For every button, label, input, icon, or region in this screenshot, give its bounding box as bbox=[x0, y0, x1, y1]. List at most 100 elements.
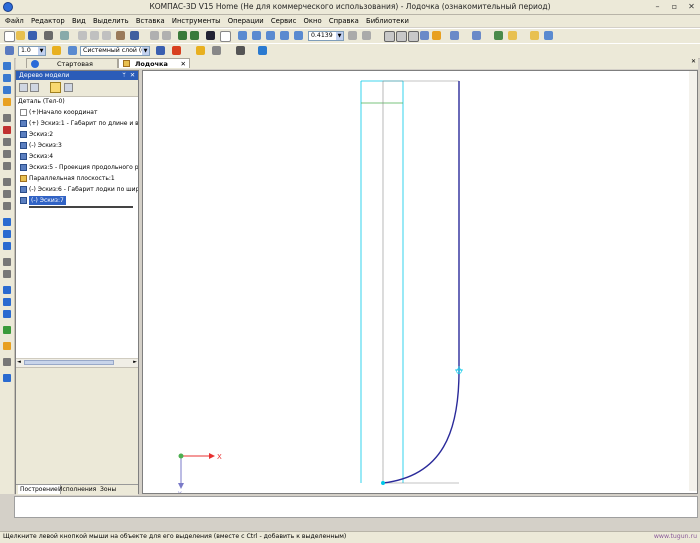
menu-service[interactable]: Сервис bbox=[271, 15, 296, 27]
arc-tool-icon[interactable] bbox=[3, 150, 11, 158]
measure-tool-icon[interactable] bbox=[3, 342, 11, 350]
line-tool-icon[interactable] bbox=[3, 126, 11, 134]
menu-libraries[interactable]: Библиотеки bbox=[366, 15, 409, 27]
extrusion-tool-icon[interactable] bbox=[3, 74, 11, 82]
view-manager-icon[interactable] bbox=[544, 31, 553, 40]
dimension-tool-icon[interactable] bbox=[3, 98, 11, 106]
tree-dropdown-icon[interactable] bbox=[30, 83, 39, 92]
tree-item[interactable]: Эскиз:4 bbox=[16, 152, 138, 161]
nurbs-tool-icon[interactable] bbox=[3, 242, 11, 250]
zoom-in-icon[interactable] bbox=[252, 31, 261, 40]
scroll-thumb[interactable] bbox=[24, 360, 114, 365]
tree-filter-icon[interactable] bbox=[64, 83, 73, 92]
copy-tool-icon[interactable] bbox=[3, 310, 11, 318]
spec-tool-icon[interactable] bbox=[3, 358, 11, 366]
hidden-lines-icon[interactable] bbox=[396, 31, 407, 42]
pan-icon[interactable] bbox=[348, 31, 357, 40]
tree-item[interactable]: Деталь (Тел-0) bbox=[16, 97, 138, 106]
shaded-edges-icon[interactable] bbox=[432, 31, 441, 40]
drawing-canvas[interactable]: X Y bbox=[142, 70, 698, 498]
pin-icon[interactable]: ᛘ bbox=[122, 71, 126, 80]
thin-lines-icon[interactable] bbox=[408, 31, 419, 42]
sketch-arc-curve[interactable] bbox=[382, 370, 460, 484]
tab-start-page[interactable]: Стартовая страница bbox=[26, 58, 118, 78]
menu-operations[interactable]: Операции bbox=[228, 15, 264, 27]
layer-select[interactable]: Системный слой (0) ▼ bbox=[80, 46, 150, 56]
tab-lodochka[interactable]: Лодочка ✕ bbox=[118, 58, 190, 68]
snap-icon[interactable] bbox=[5, 46, 14, 55]
folder-icon[interactable] bbox=[508, 31, 517, 40]
new-file-icon[interactable] bbox=[4, 31, 15, 42]
library-icon[interactable] bbox=[220, 31, 231, 42]
report-tool-icon[interactable] bbox=[3, 374, 11, 382]
zoom-all-icon[interactable] bbox=[280, 31, 289, 40]
panel-close-icon[interactable]: ✕ bbox=[130, 71, 135, 80]
shaded-icon[interactable] bbox=[420, 31, 429, 40]
cut-icon[interactable] bbox=[78, 31, 87, 40]
scroll-left-icon[interactable]: ◄ bbox=[17, 359, 21, 365]
restore-button[interactable]: ▫ bbox=[670, 1, 679, 12]
local-cs-icon[interactable] bbox=[196, 46, 205, 55]
tree-horizontal-scrollbar[interactable]: ◄ ► bbox=[16, 358, 138, 367]
bezier-tool-icon[interactable] bbox=[3, 230, 11, 238]
preview-icon[interactable] bbox=[60, 31, 69, 40]
scroll-right-icon[interactable]: ► bbox=[133, 359, 137, 365]
rectangle-tool-icon[interactable] bbox=[3, 178, 11, 186]
endpoint-marker[interactable] bbox=[455, 366, 463, 374]
edit-tool-icon[interactable] bbox=[3, 86, 11, 94]
tree-item[interactable]: (-) Эскиз:6 - Габарит лодки по ширине bbox=[16, 185, 138, 194]
filter-icon[interactable] bbox=[494, 31, 503, 40]
tree-item[interactable]: Параллельная плоскость:1 bbox=[16, 174, 138, 183]
variables-icon[interactable] bbox=[178, 31, 187, 40]
tree-item-selected[interactable]: (-) Эскиз:7 bbox=[16, 196, 138, 205]
zoom-window-icon[interactable] bbox=[238, 31, 247, 40]
menu-insert[interactable]: Вставка bbox=[136, 15, 165, 27]
paste-icon[interactable] bbox=[102, 31, 111, 40]
tree-item[interactable]: (+)Начало координат bbox=[16, 108, 138, 117]
menu-editor[interactable]: Редактор bbox=[31, 15, 65, 27]
orientation-icon[interactable] bbox=[450, 31, 459, 40]
orthogonal-icon[interactable] bbox=[236, 46, 245, 55]
tab-zones[interactable]: Зоны bbox=[100, 485, 116, 494]
constraint-tool-icon[interactable] bbox=[3, 326, 11, 334]
geometry-tool-icon[interactable] bbox=[3, 62, 11, 70]
close-tab-icon[interactable]: ✕ bbox=[181, 59, 186, 69]
tree-item[interactable]: (+) Эскиз:1 - Габарит по длине и выс bbox=[16, 119, 138, 128]
layer-manager-icon[interactable] bbox=[68, 46, 77, 55]
tree-structure-icon[interactable] bbox=[19, 83, 28, 92]
scale-select[interactable]: 1.0 ▼ bbox=[18, 46, 46, 56]
ellipse-tool-icon[interactable] bbox=[3, 218, 11, 226]
copy-icon[interactable] bbox=[90, 31, 99, 40]
undo-icon[interactable] bbox=[150, 31, 159, 40]
tree-item[interactable]: (-) Эскиз:3 bbox=[16, 141, 138, 150]
open-file-icon[interactable] bbox=[16, 31, 25, 40]
grid-icon[interactable] bbox=[212, 46, 221, 55]
functions-icon[interactable] bbox=[190, 31, 199, 40]
polygon-tool-icon[interactable] bbox=[3, 190, 11, 198]
zoom-fit-icon[interactable] bbox=[294, 31, 303, 40]
tab-variants[interactable]: Исполнения bbox=[58, 485, 96, 494]
chamfer-tool-icon[interactable] bbox=[3, 286, 11, 294]
minimize-button[interactable]: – bbox=[653, 1, 662, 12]
tree-mode-icon[interactable] bbox=[50, 82, 61, 93]
tree-item[interactable]: Эскиз:2 bbox=[16, 130, 138, 139]
menu-window[interactable]: Окно bbox=[304, 15, 322, 27]
fillet-tool-icon[interactable] bbox=[3, 202, 11, 210]
properties-icon[interactable] bbox=[116, 31, 125, 40]
menu-help[interactable]: Справка bbox=[329, 15, 359, 27]
wireframe-icon[interactable] bbox=[384, 31, 395, 42]
redo-icon[interactable] bbox=[162, 31, 171, 40]
circle-tool-icon[interactable] bbox=[3, 138, 11, 146]
menu-file[interactable]: Файл bbox=[5, 15, 24, 27]
zoom-select[interactable]: 0.4139 ▼ bbox=[308, 31, 344, 41]
manager-icon[interactable] bbox=[130, 31, 139, 40]
tab-construction[interactable]: Построение bbox=[18, 485, 61, 494]
menu-select[interactable]: Выделить bbox=[93, 15, 129, 27]
zoom-out-icon[interactable] bbox=[266, 31, 275, 40]
layer-state-icon[interactable] bbox=[52, 46, 61, 55]
section-icon[interactable] bbox=[472, 31, 481, 40]
origin-point[interactable] bbox=[381, 481, 385, 485]
save-icon[interactable] bbox=[28, 31, 37, 40]
help-icon[interactable] bbox=[206, 31, 215, 40]
menu-tools[interactable]: Инструменты bbox=[172, 15, 221, 27]
